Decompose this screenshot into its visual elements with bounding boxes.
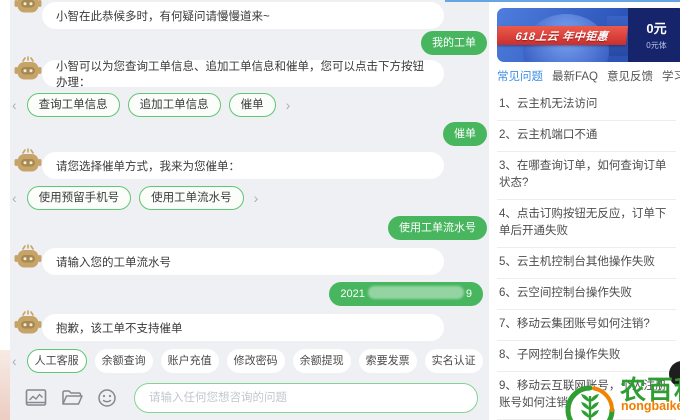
quick-action-chip[interactable]: 余额查询 (95, 349, 153, 373)
emoji-icon[interactable] (97, 388, 119, 408)
screenshot-icon[interactable] (25, 388, 47, 408)
bot-message-text: 小智在此恭候多时，有何疑问请慢慢道来~ (56, 8, 270, 24)
watermark-logo: 农百科 nongbaike.net (562, 368, 680, 420)
bot-message-bubble: 抱歉，该工单不支持催单 (42, 314, 444, 341)
composer (10, 381, 489, 415)
chat-window: 小智在此恭候多时，有何疑问请慢慢道来~ 我的工单 小智可以为您查询工单信息、追加… (0, 0, 680, 420)
tab-common-questions[interactable]: 常见问题 (497, 68, 543, 84)
privacy-blur (368, 286, 464, 299)
quick-reply-button[interactable]: 使用预留手机号 (27, 186, 132, 210)
quick-reply-button[interactable]: 追加工单信息 (128, 93, 221, 117)
bot-message-bubble: 请输入您的工单流水号 (42, 248, 444, 275)
scroll-right-icon[interactable]: › (252, 186, 261, 210)
faq-item[interactable]: 2、云主机端口不通 (497, 121, 676, 152)
quick-reply-group: ‹ 查询工单信息 追加工单信息 催单 › (10, 92, 489, 118)
help-sidebar: 618上云 年中钜惠 0元 0元体 常见问题 最新FAQ 意见反馈 学习视频 1… (489, 0, 680, 420)
faq-item[interactable]: 1、云主机无法访问 (497, 90, 676, 121)
scroll-left-icon[interactable]: ‹ (10, 186, 19, 210)
promo-banner[interactable]: 618上云 年中钜惠 0元 0元体 (497, 8, 680, 62)
bot-message-text: 请您选择催单方式，我来为您催单： (56, 158, 240, 174)
bot-message-text: 抱歉，该工单不支持催单 (56, 320, 183, 336)
page-left-edge (0, 0, 10, 420)
flow-number-suffix: 9 (466, 288, 472, 300)
quick-action-chip[interactable]: 索要发票 (359, 349, 417, 373)
user-message-bubble: 我的工单 (421, 31, 487, 55)
bot-message-bubble: 小智可以为您查询工单信息、追加工单信息和催单，您可以点击下方按钮办理： (42, 60, 444, 87)
banner-price-panel: 0元 0元体 (628, 8, 680, 62)
quick-reply-button[interactable]: 查询工单信息 (27, 93, 120, 117)
bot-avatar-icon (14, 148, 42, 174)
bot-message-text: 小智可以为您查询工单信息、追加工单信息和催单，您可以点击下方按钮办理： (56, 58, 430, 90)
faq-item[interactable]: 4、点击订购按钮无反应，订单下单后开通失败 (497, 200, 676, 248)
page-left-edge-photo (0, 350, 10, 420)
chat-area: 小智在此恭候多时，有何疑问请慢慢道来~ 我的工单 小智可以为您查询工单信息、追加… (10, 0, 489, 420)
banner-price-note: 0元体 (628, 40, 680, 51)
flow-number-prefix: 2021 (340, 288, 364, 300)
faq-item[interactable]: 6、云空间控制台操作失败 (497, 279, 676, 310)
faq-item[interactable]: 7、移动云集团账号如何注销? (497, 310, 676, 341)
scroll-left-icon[interactable]: ‹ (10, 349, 19, 373)
wheat-icon (564, 384, 616, 420)
scroll-right-icon[interactable]: › (284, 93, 293, 117)
bot-message-bubble: 小智在此恭候多时，有何疑问请慢慢道来~ (42, 2, 444, 29)
bot-avatar-icon (14, 56, 42, 82)
bot-message-bubble: 请您选择催单方式，我来为您催单： (42, 152, 444, 179)
quick-action-chip[interactable]: 账户充值 (161, 349, 219, 373)
scroll-left-icon[interactable]: ‹ (10, 93, 19, 117)
quick-action-chip[interactable]: 实名认证 (425, 349, 483, 373)
folder-icon[interactable] (61, 388, 83, 408)
faq-tabs: 常见问题 最新FAQ 意见反馈 学习视频 (497, 68, 680, 84)
user-message-bubble: 催单 (443, 122, 487, 146)
watermark-url: nongbaike.net (621, 399, 680, 413)
quick-actions-bar: ‹ 人工客服 余额查询 账户充值 修改密码 余额提现 索要发票 实名认证 › (10, 348, 489, 374)
bot-message-text: 请输入您的工单流水号 (56, 254, 171, 270)
tab-feedback[interactable]: 意见反馈 (607, 68, 653, 84)
tab-tutorial-videos[interactable]: 学习视频 (662, 68, 680, 84)
bot-avatar-icon (14, 0, 42, 15)
bot-avatar-icon (14, 244, 42, 270)
faq-item[interactable]: 5、云主机控制台其他操作失败 (497, 248, 676, 279)
quick-action-chip-human-service[interactable]: 人工客服 (27, 349, 87, 373)
bot-avatar-icon (14, 310, 42, 336)
banner-title: 618上云 年中钜惠 (515, 28, 609, 44)
top-border-line (445, 0, 680, 2)
quick-reply-group: ‹ 使用预留手机号 使用工单流水号 › (10, 185, 489, 211)
quick-action-chip[interactable]: 余额提现 (293, 349, 351, 373)
user-message-bubble: 使用工单流水号 (388, 216, 487, 240)
faq-item[interactable]: 3、在哪查询订单，如何查询订单状态? (497, 152, 676, 200)
banner-ribbon: 618上云 年中钜惠 (497, 26, 628, 45)
user-message-bubble: 2021 9 (329, 282, 483, 306)
banner-price: 0元 (628, 18, 680, 37)
quick-action-chip[interactable]: 修改密码 (227, 349, 285, 373)
quick-reply-button[interactable]: 催单 (229, 93, 276, 117)
quick-reply-button[interactable]: 使用工单流水号 (139, 186, 244, 210)
tab-latest-faq[interactable]: 最新FAQ (552, 68, 598, 84)
message-input[interactable] (134, 383, 478, 413)
